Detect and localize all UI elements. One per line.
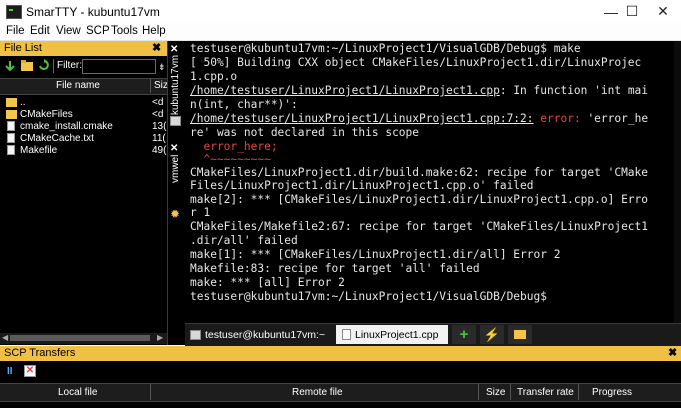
session-tab-vmwel[interactable]: vmwel (168, 152, 183, 186)
session-tab-kubuntu17vm[interactable]: kubuntu17vm (168, 55, 183, 115)
file-row-cmake-install[interactable]: cmake_install.cmake 13( (0, 121, 167, 133)
folder-icon (6, 98, 17, 107)
menu-scp[interactable]: SCP (86, 25, 110, 37)
file-size: 11( (152, 133, 166, 144)
file-name: Makefile (20, 145, 58, 156)
close-button[interactable]: ✕ (640, 0, 681, 23)
file-icon (7, 121, 15, 131)
scroll-right-icon[interactable]: ▶ (157, 333, 163, 342)
terminal-line: 1.cpp.o (190, 70, 238, 83)
file-name: CMakeCache.txt (20, 133, 94, 144)
column-separator (150, 384, 151, 400)
sun-icon[interactable]: ✹ (170, 207, 180, 221)
scroll-left-icon[interactable]: ◀ (2, 333, 8, 342)
menu-help[interactable]: Help (142, 25, 166, 37)
column-file-name[interactable]: File name (56, 80, 100, 91)
session-close-icon[interactable]: ✕ (170, 44, 178, 55)
error-keyword: error: (540, 112, 581, 125)
file-name: .. (20, 97, 26, 108)
download-icon[interactable] (4, 60, 16, 72)
column-separator (478, 384, 479, 400)
file-list-title: File List (4, 42, 42, 54)
file-list-hscroll-thumb[interactable] (10, 335, 150, 341)
pause-icon[interactable]: II (7, 366, 13, 377)
terminal-line: re' was not declared in this scope (190, 126, 420, 139)
terminal-vscrollbar[interactable] (674, 41, 681, 323)
column-separator (150, 79, 151, 93)
terminal-line: make[1]: *** [CMakeFiles/LinuxProject1.d… (190, 248, 561, 261)
menu-tools[interactable]: Tools (111, 25, 138, 37)
terminal-line: .dir/all' failed (190, 234, 298, 247)
toolbar-separator (53, 59, 54, 73)
file-name: cmake_install.cmake (20, 121, 113, 132)
file-icon (7, 133, 15, 143)
source-path[interactable]: /home/testuser/LinuxProject1/LinuxProjec… (190, 84, 500, 97)
column-size[interactable]: Size (486, 387, 505, 398)
menu-view[interactable]: View (56, 25, 81, 37)
column-size[interactable]: Siz (154, 80, 168, 91)
lightning-icon[interactable]: ⚡ (480, 325, 504, 344)
terminal-icon (190, 329, 201, 340)
terminal-line: /home/testuser/LinuxProject1/LinuxProjec… (190, 84, 648, 97)
file-size: <d (152, 97, 164, 108)
terminal-line: [ 50%] Building CXX object CMakeFiles/Li… (190, 56, 642, 69)
terminal-line: CMakeFiles/LinuxProject1.dir/build.make:… (190, 166, 649, 179)
filter-input[interactable] (82, 59, 156, 74)
file-size: 13( (152, 121, 167, 132)
cancel-transfer-icon[interactable]: ✕ (24, 365, 36, 377)
filter-label: Filter: (57, 60, 82, 71)
terminal-line: Makefile:83: recipe for target 'all' fai… (190, 262, 480, 275)
terminal-line: make: *** [all] Error 2 (190, 276, 345, 289)
file-icon (7, 145, 15, 155)
file-row-makefile[interactable]: Makefile 49( (0, 145, 167, 157)
open-folder-icon[interactable] (20, 59, 34, 72)
column-local-file[interactable]: Local file (58, 387, 97, 398)
scp-transfers-title: SCP Transfers (4, 347, 76, 359)
column-separator (510, 384, 511, 400)
terminal-line: CMakeFiles/Makefile2:67: recipe for targ… (190, 220, 649, 233)
toolbar-overflow-icon[interactable]: ⇟ (158, 62, 166, 73)
terminal-line: r 1 (190, 206, 211, 219)
terminal-line-error: error_here; (190, 140, 278, 153)
file-row-parent[interactable]: .. <d (0, 97, 167, 109)
terminal-line: make[2]: *** [CMakeFiles/LinuxProject1.d… (190, 193, 649, 206)
column-transfer-rate[interactable]: Transfer rate (517, 387, 574, 398)
file-size: 49( (152, 145, 167, 156)
app-icon (6, 5, 22, 19)
file-name: CMakeFiles (20, 109, 73, 120)
file-list-close-icon[interactable]: ✖ (152, 41, 161, 54)
column-progress[interactable]: Progress (592, 387, 632, 398)
terminal-prompt: testuser@kubuntu17vm:~/LinuxProject1/Vis… (190, 290, 547, 303)
file-icon (342, 329, 351, 340)
column-separator (578, 384, 579, 400)
refresh-icon[interactable] (38, 59, 50, 72)
terminal-line: n(int, char**)': (190, 98, 298, 111)
tab-label: LinuxProject1.cpp (355, 328, 439, 341)
window-title: SmarTTY - kubuntu17vm (26, 5, 160, 19)
new-tab-plus-icon[interactable]: + (452, 325, 476, 344)
terminal-text: : In function 'int mai (499, 84, 649, 97)
scp-close-icon[interactable]: ✖ (668, 346, 677, 359)
scp-transfers-header (0, 346, 681, 361)
folder-open-icon[interactable] (508, 325, 532, 344)
tab-linuxproject1-cpp[interactable]: LinuxProject1.cpp (336, 325, 448, 344)
terminal-icon[interactable] (170, 116, 181, 126)
menu-file[interactable]: File (6, 25, 25, 37)
error-location[interactable]: /home/testuser/LinuxProject1/LinuxProjec… (190, 112, 534, 125)
tab-label: testuser@kubuntu17vm:~ (205, 328, 326, 341)
terminal-line: /home/testuser/LinuxProject1/LinuxProjec… (190, 112, 648, 125)
menu-edit[interactable]: Edit (30, 25, 50, 37)
terminal-line-caret: ^~~~~~~~~~ (190, 153, 271, 166)
file-row-cmakefiles[interactable]: CMakeFiles <d (0, 109, 167, 121)
terminal-text: 'error_he (587, 112, 649, 125)
file-size: <d (152, 109, 164, 120)
tab-terminal[interactable]: testuser@kubuntu17vm:~ (190, 325, 330, 344)
file-row-cmakecache[interactable]: CMakeCache.txt 11( (0, 133, 167, 145)
terminal-line: Files/LinuxProject1.dir/LinuxProject1.cp… (190, 179, 534, 192)
folder-icon (6, 110, 17, 119)
terminal-line: testuser@kubuntu17vm:~/LinuxProject1/Vis… (190, 42, 581, 55)
column-remote-file[interactable]: Remote file (292, 387, 343, 398)
